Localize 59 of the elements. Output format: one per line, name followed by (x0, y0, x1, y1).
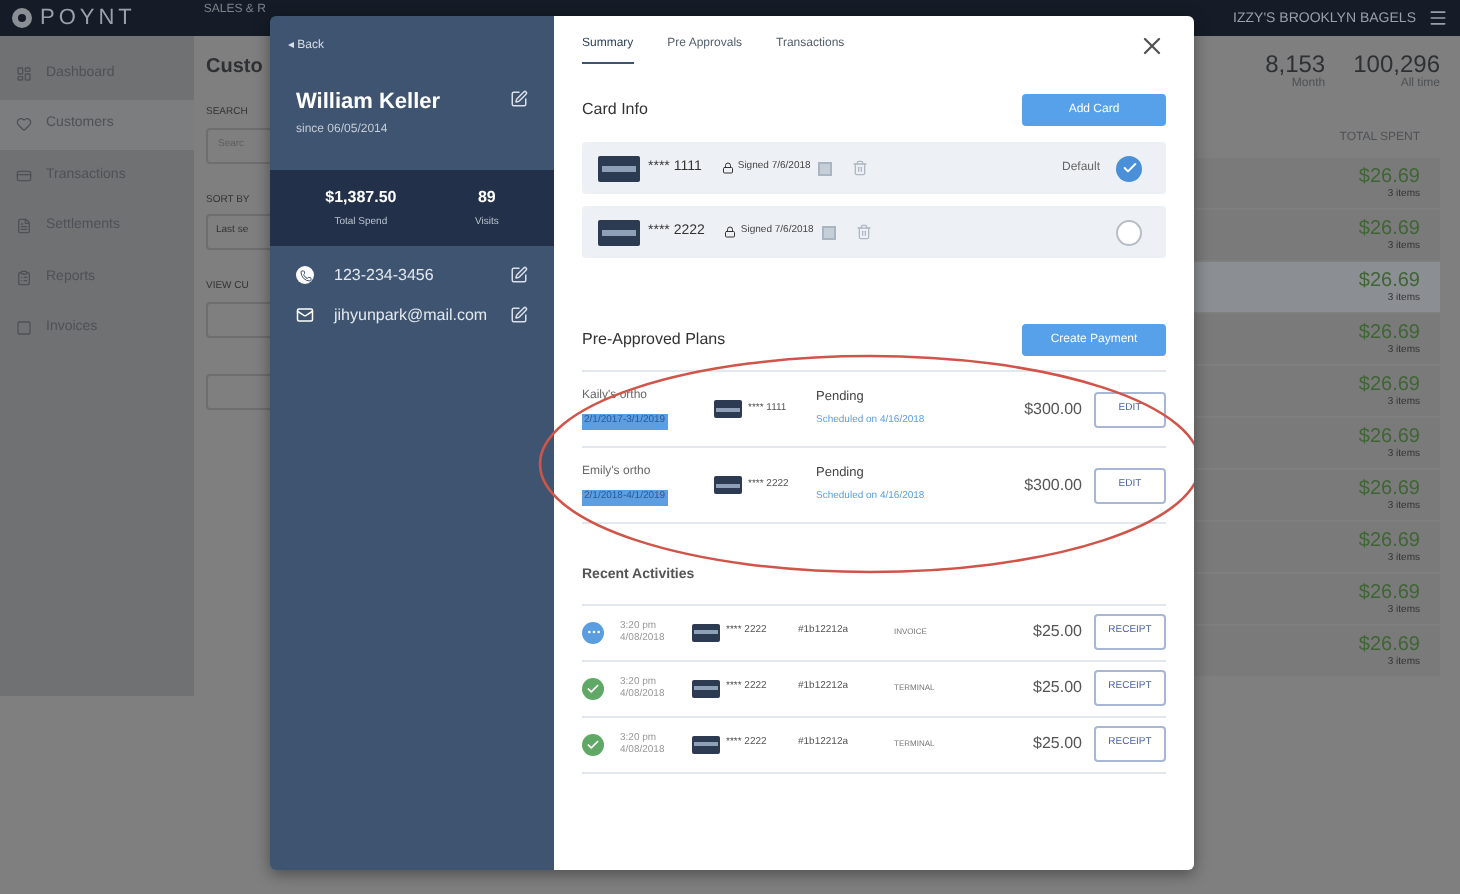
check-icon (582, 733, 604, 755)
edit-icon[interactable] (510, 90, 528, 108)
default-radio[interactable] (1116, 155, 1142, 181)
clipboard-icon (16, 269, 32, 286)
section-title: Card Info (582, 98, 648, 122)
card-icon (598, 155, 640, 181)
mail-icon (296, 306, 314, 325)
plan-amount: $300.00 (1024, 397, 1082, 421)
square-icon (16, 320, 32, 337)
amount: $26.69 (1358, 219, 1420, 239)
amount: $26.69 (1358, 427, 1420, 447)
signature-icon[interactable] (818, 161, 833, 175)
amount: $26.69 (1358, 323, 1420, 343)
card-icon (598, 219, 640, 245)
document-icon (16, 218, 32, 235)
pending-icon (582, 621, 604, 643)
phone-icon (296, 266, 314, 285)
card-icon (16, 167, 32, 184)
plan-amount: $300.00 (1024, 473, 1082, 497)
edit-icon[interactable] (510, 306, 528, 325)
amount: $26.69 (1358, 375, 1420, 395)
card-icon (692, 735, 720, 753)
lock-icon (721, 162, 734, 174)
amount: $26.69 (1358, 635, 1420, 655)
logo-icon (12, 8, 32, 28)
default-radio[interactable] (1116, 219, 1142, 245)
check-icon (582, 677, 604, 699)
card-icon (692, 679, 720, 697)
page-title: Custo (206, 54, 263, 82)
activity-amount: $25.00 (1033, 732, 1082, 756)
signature-icon[interactable] (821, 225, 836, 239)
card-icon (714, 400, 742, 418)
amount: $26.69 (1358, 583, 1420, 603)
section-title: Pre-Approved Plans (582, 328, 726, 352)
amount: $26.69 (1358, 167, 1420, 187)
trash-icon[interactable] (852, 160, 869, 176)
menu-icon[interactable] (1428, 8, 1448, 28)
edit-icon[interactable] (510, 266, 528, 285)
amount: $26.69 (1358, 531, 1420, 551)
stat-value: 89 (477, 185, 496, 209)
activity-amount: $25.00 (1033, 620, 1082, 644)
lock-icon (724, 226, 737, 238)
contact-text: jihyunpark@mail.com (334, 303, 490, 328)
logo: POYNT (40, 7, 136, 29)
trash-icon[interactable] (855, 224, 872, 240)
stat-value: 100,296 (1353, 52, 1440, 76)
amount: $26.69 (1358, 271, 1420, 291)
stat-value: $1,387.50 (325, 185, 397, 209)
stat-value: 8,153 (1265, 52, 1326, 76)
contact-text: 123-234-3456 (334, 263, 436, 288)
dashboard-icon (16, 65, 32, 82)
customer-name: William Keller (296, 90, 441, 118)
heart-icon (16, 116, 32, 133)
check-icon (1121, 160, 1137, 176)
card-icon (714, 476, 742, 494)
activity-amount: $25.00 (1033, 676, 1082, 700)
close-icon[interactable] (1138, 32, 1166, 60)
card-icon (692, 623, 720, 641)
amount: $26.69 (1358, 479, 1420, 499)
